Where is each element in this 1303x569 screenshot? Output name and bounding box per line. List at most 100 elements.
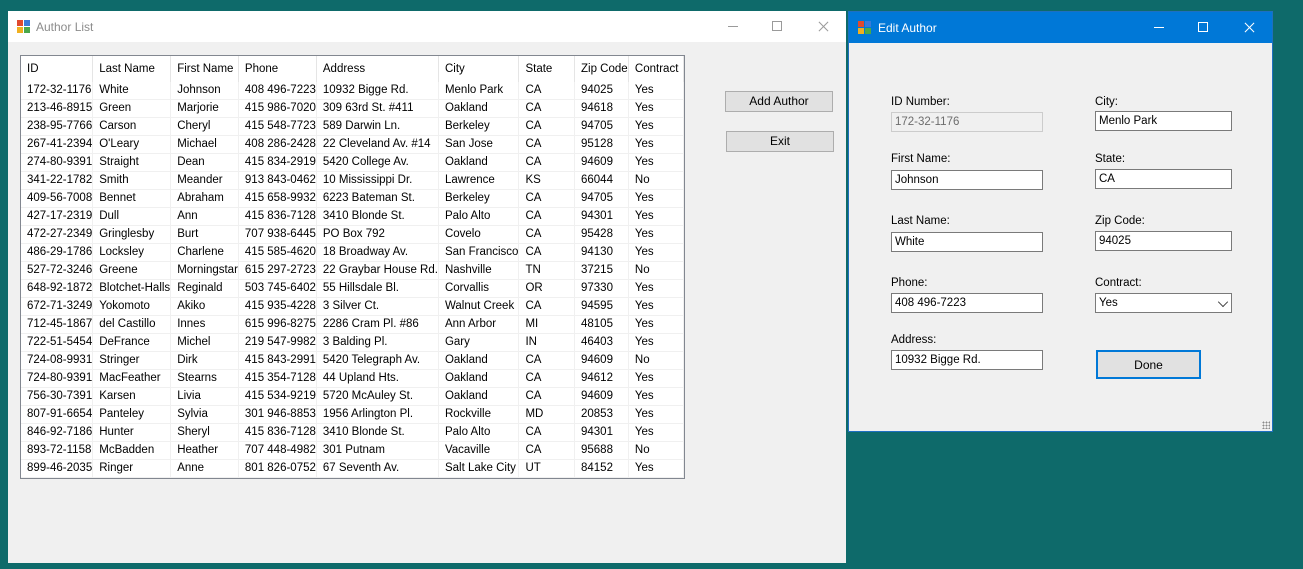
zip-code-field[interactable]: 94025 xyxy=(1095,231,1232,251)
table-row[interactable]: 648-92-1872 Blotchet-Halls Reginald 503 745… xyxy=(21,279,684,298)
column-header[interactable]: Address xyxy=(316,56,439,82)
resize-grip-icon[interactable] xyxy=(1262,421,1270,429)
table-cell: Yes xyxy=(628,189,684,208)
table-row[interactable]: 998-72-3567RingerAlbert801 826-075267 Se… xyxy=(21,477,684,478)
table-cell: 3 Balding Pl. xyxy=(316,333,439,352)
table-cell: Ann xyxy=(170,207,239,226)
table-cell: Yes xyxy=(628,369,684,388)
table-cell: 84152 xyxy=(574,459,629,478)
table-cell: 95688 xyxy=(574,441,629,460)
table-row[interactable]: 274-80-9391 Straight Dean 415 834-2919 5420 … xyxy=(21,153,684,172)
column-header[interactable]: State xyxy=(518,56,575,82)
table-cell: 712-45-1867 xyxy=(21,315,94,334)
table-row[interactable]: 756-30-7391 Karsen Livia 415 534-9219 5720 M… xyxy=(21,387,684,406)
table-cell: CA xyxy=(518,297,575,316)
table-cell: Marjorie xyxy=(170,99,239,118)
table-cell: 94609 xyxy=(574,351,629,370)
table-row[interactable]: 472-27-2349 Gringlesby Burt 707 938-6445 PO … xyxy=(21,225,684,244)
contract-selected-value: Yes xyxy=(1095,293,1232,313)
state-field[interactable]: CA xyxy=(1095,169,1232,189)
table-cell: CA xyxy=(518,351,575,370)
table-row[interactable]: 267-41-2394 O'Leary Michael 408 286-2428 22 … xyxy=(21,135,684,154)
table-row[interactable]: 899-46-2035 Ringer Anne 801 826-0752 67 Seve… xyxy=(21,459,684,478)
table-cell: 415 658-9932 xyxy=(238,189,317,208)
table-cell: 67 Seventh Av. xyxy=(316,477,439,478)
table-cell: Smith xyxy=(92,171,172,190)
table-row[interactable]: 213-46-8915 Green Marjorie 415 986-7020 309 … xyxy=(21,99,684,118)
column-header[interactable]: Phone xyxy=(238,56,317,82)
table-cell: Lawrence xyxy=(438,171,520,190)
table-row[interactable]: 486-29-1786 Locksley Charlene 415 585-4620 1… xyxy=(21,243,684,262)
table-row[interactable]: 409-56-7008 Bennet Abraham 415 658-9932 6223… xyxy=(21,189,684,208)
authors-grid[interactable]: ID Last Name First Name Phone Address City Sta… xyxy=(20,55,685,479)
table-cell: 95128 xyxy=(574,135,629,154)
done-button[interactable]: Done xyxy=(1096,350,1201,379)
table-row[interactable]: 807-91-6654 Panteley Sylvia 301 946-8853 195… xyxy=(21,405,684,424)
column-header[interactable]: City xyxy=(438,56,520,82)
table-cell: Menlo Park xyxy=(438,82,520,100)
column-header[interactable]: Contract xyxy=(628,56,684,82)
table-cell: Heather xyxy=(170,441,239,460)
first-name-field[interactable]: Johnson xyxy=(891,170,1043,190)
column-header[interactable]: First Name xyxy=(170,56,239,82)
table-row[interactable]: 672-71-3249 Yokomoto Akiko 415 935-4228 3 Si… xyxy=(21,297,684,316)
table-cell: 18 Broadway Av. xyxy=(316,243,439,262)
last-name-field[interactable]: White xyxy=(891,232,1043,252)
column-header[interactable]: ID xyxy=(21,56,94,82)
author-list-titlebar[interactable]: Author List xyxy=(8,11,846,42)
table-cell: Morningstar xyxy=(170,261,239,280)
table-cell: 94609 xyxy=(574,153,629,172)
table-row[interactable]: 846-92-7186 Hunter Sheryl 415 836-7128 3410 … xyxy=(21,423,684,442)
table-cell: Oakland xyxy=(438,153,520,172)
table-cell: Ann Arbor xyxy=(438,315,520,334)
table-cell: 94595 xyxy=(574,297,629,316)
close-icon[interactable] xyxy=(1226,12,1272,43)
maximize-icon[interactable] xyxy=(1180,12,1226,43)
table-cell: 67 Seventh Av. xyxy=(316,459,439,478)
table-row[interactable]: 722-51-5454 DeFrance Michel 219 547-9982 3 B… xyxy=(21,333,684,352)
table-cell: 408 286-2428 xyxy=(238,135,317,154)
table-cell: Sylvia xyxy=(170,405,239,424)
table-row[interactable]: 893-72-1158 McBadden Heather 707 448-4982 30… xyxy=(21,441,684,460)
maximize-icon[interactable] xyxy=(754,11,800,42)
table-cell: 94025 xyxy=(574,82,629,100)
minimize-icon[interactable] xyxy=(710,11,756,42)
add-author-button[interactable]: Add Author xyxy=(725,91,833,112)
table-cell: Yes xyxy=(628,117,684,136)
table-cell: 899-46-2035 xyxy=(21,459,94,478)
table-row[interactable]: 527-72-3246 Greene Morningstar 615 297-2723… xyxy=(21,261,684,280)
table-row[interactable]: 712-45-1867 del Castillo Innes 615 996-8275… xyxy=(21,315,684,334)
exit-button[interactable]: Exit xyxy=(726,131,834,152)
window-title: Edit Author xyxy=(878,21,937,35)
table-row[interactable]: 724-80-9391 MacFeather Stearns 415 354-7128… xyxy=(21,369,684,388)
table-row[interactable]: 238-95-7766 Carson Cheryl 415 548-7723 589 D… xyxy=(21,117,684,136)
table-row[interactable]: 724-08-9931 Stringer Dirk 415 843-2991 5420 … xyxy=(21,351,684,370)
edit-author-titlebar[interactable]: Edit Author xyxy=(849,12,1272,43)
table-cell: Abraham xyxy=(170,189,239,208)
table-cell: 6223 Bateman St. xyxy=(316,189,439,208)
app-icon xyxy=(858,21,872,35)
minimize-icon[interactable] xyxy=(1136,12,1182,43)
table-cell: 94612 xyxy=(574,369,629,388)
table-cell: Burt xyxy=(170,225,239,244)
table-cell: 46403 xyxy=(574,333,629,352)
table-cell: 66044 xyxy=(574,171,629,190)
table-cell: 94609 xyxy=(574,387,629,406)
table-row[interactable]: 341-22-1782 Smith Meander 913 843-0462 10 Mi… xyxy=(21,171,684,190)
table-cell: Stringer xyxy=(92,351,172,370)
close-icon[interactable] xyxy=(800,11,846,42)
table-cell: No xyxy=(628,171,684,190)
table-row[interactable]: 427-17-2319 Dull Ann 415 836-7128 3410 Blond… xyxy=(21,207,684,226)
table-cell: 415 986-7020 xyxy=(238,99,317,118)
table-cell: 801 826-0752 xyxy=(238,459,317,478)
table-cell: 503 745-6402 xyxy=(238,279,317,298)
table-row[interactable]: 172-32-1176 White Johnson 408 496-7223 10932… xyxy=(21,82,684,100)
table-cell: Palo Alto xyxy=(438,207,520,226)
table-cell: 3410 Blonde St. xyxy=(316,207,439,226)
city-field[interactable]: Menlo Park xyxy=(1095,111,1232,131)
address-field[interactable]: 10932 Bigge Rd. xyxy=(891,350,1043,370)
contract-dropdown[interactable]: Yes xyxy=(1095,293,1232,313)
column-header[interactable]: Zip Code xyxy=(574,56,629,82)
column-header[interactable]: Last Name xyxy=(92,56,172,82)
phone-field[interactable]: 408 496-7223 xyxy=(891,293,1043,313)
